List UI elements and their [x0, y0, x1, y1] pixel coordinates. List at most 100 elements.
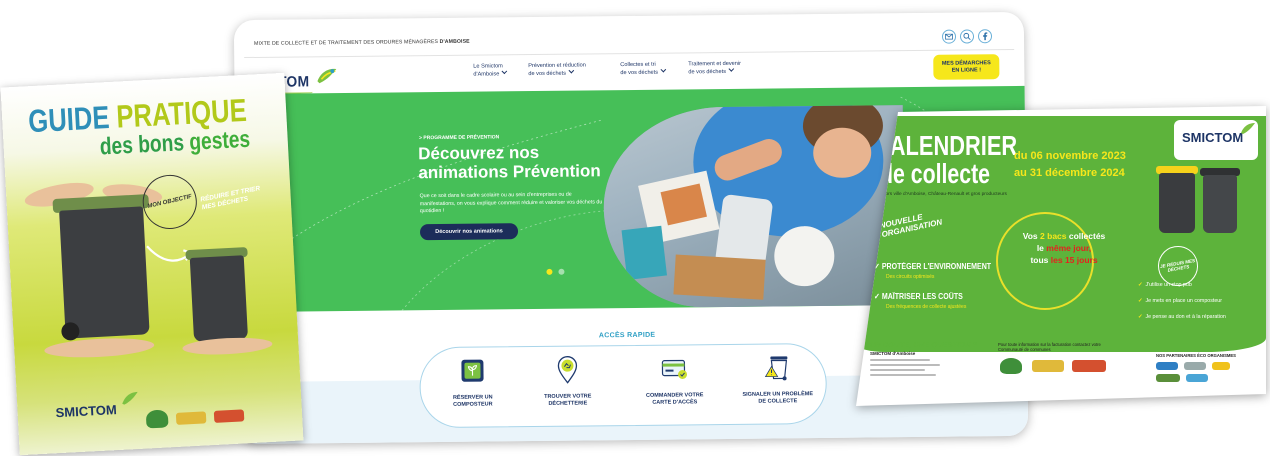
collection-frequency-text: Vos 2 bacs collectés le même jour, tous … [1004, 230, 1124, 266]
carousel-dot-active[interactable] [546, 268, 553, 275]
composter-icon [461, 359, 484, 382]
nav-le-smictom[interactable]: Le Smictom d'Amboise [473, 63, 508, 78]
discover-animations-button[interactable]: Découvrir nos animations [419, 223, 519, 241]
leaf-swoosh-icon [122, 391, 138, 405]
facebook-icon[interactable] [977, 29, 993, 44]
contact-name: SMICTOM d'Amboise [870, 351, 916, 356]
household-bin-illustration [1203, 175, 1237, 233]
question-heading: UN DOUTE, UNE QUESTION ? [870, 340, 978, 349]
location-pin-recycle-icon [557, 356, 578, 384]
partner-logo [1032, 360, 1064, 372]
quick-label-line: DE COLLECTE [758, 398, 798, 405]
partner-logo [1156, 374, 1180, 382]
quick-order-access-card[interactable]: COMMANDER VOTRE CARTE D'ACCÈS [624, 345, 725, 426]
online-procedures-button[interactable]: MES DÉMARCHES EN LIGNE ! [933, 54, 1000, 80]
bacs-text: le [1036, 243, 1044, 253]
nav-label: de vos déchets [688, 68, 727, 75]
access-card-icon [661, 359, 688, 379]
check-icon: ✓ [1138, 314, 1143, 320]
objective-text: RÉDUIRE ET TRIER MES DÉCHETS [199, 185, 261, 212]
contact-line [870, 364, 940, 366]
quick-find-dechetterie[interactable]: TROUVER VOTRE DÉCHETTERIE [517, 346, 618, 427]
goal-title: ✓ MAÎTRISER LES COÛTS [874, 292, 963, 301]
guide-brochure-cover: GUIDE PRATIQUE des bons gestes MON OBJEC… [0, 72, 304, 456]
quick-access-title: ACCÈS RAPIDE [598, 331, 656, 340]
small-bin-illustration [189, 255, 249, 342]
contact-line [870, 374, 936, 376]
partners-heading: NOS PARTENAIRES ÉCO ORGANISMES [1156, 353, 1236, 358]
quick-reserve-composter[interactable]: RÉSERVER UN COMPOSTEUR [422, 347, 523, 428]
org-name-text: MIXTE DE COLLECTE ET DE TRAITEMENT DES O… [254, 39, 439, 47]
calendar-scope: Hors ville d'Amboise, Château-Renault et… [882, 192, 1007, 197]
nav-traitement[interactable]: Traitement et devenir de vos déchets [688, 61, 741, 77]
goal-subtitle: Des fréquences de collecte ajustées [886, 304, 967, 310]
bin-warning-icon [764, 356, 788, 381]
tip-item: ✓ Je mets en place un composteur [1138, 298, 1222, 304]
hand-illustration [43, 336, 155, 360]
quick-access-panel: RÉSERVER UN COMPOSTEUR TROUVER VOTRE DÉC… [419, 342, 828, 429]
quick-label: SIGNALER UN PROBLÈME DE COLLECTE [728, 391, 828, 406]
photo-detail [673, 254, 766, 300]
contact-line [870, 369, 925, 371]
nav-collectes[interactable]: Collectes et tri de vos déchets [620, 62, 666, 77]
calendar-subtitle: de collecte [880, 158, 990, 189]
tip-text: Je mets en place un composteur [1145, 298, 1223, 304]
check-icon: ✓ [1138, 298, 1143, 304]
tip-item: ✓ J'utilise un stop pub [1138, 282, 1192, 288]
partner-logo [145, 409, 169, 429]
hero-text: Que ce soit dans le cadre scolaire ou au… [419, 191, 603, 215]
nav-label: d'Amboise [473, 70, 500, 78]
button-label: Découvrir nos animations [435, 228, 503, 236]
carousel-dot[interactable] [558, 268, 565, 275]
nav-label: de vos déchets [620, 69, 659, 76]
quick-label: COMMANDER VOTRE CARTE D'ACCÈS [625, 392, 725, 407]
leaf-swoosh-icon [317, 68, 336, 84]
date-to: au 31 décembre 2024 [1014, 167, 1125, 179]
search-icon[interactable] [959, 29, 975, 44]
bacs-highlight: 2 bacs [1040, 231, 1067, 241]
photo-detail [773, 225, 835, 287]
bacs-highlight: les 15 jours [1050, 255, 1098, 265]
partner-logo [1000, 358, 1022, 374]
collection-calendar-brochure: SMICTOM CALENDRIER de collecte du 06 nov… [856, 106, 1266, 406]
hero-title: Découvrez nos animations Prévention [418, 142, 601, 183]
large-bin-illustration [59, 206, 150, 339]
org-name: MIXTE DE COLLECTE ET DE TRAITEMENT DES O… [254, 39, 470, 47]
bacs-text: Vos [1022, 231, 1038, 241]
mail-icon[interactable] [941, 29, 957, 44]
quick-label-line: COMPOSTEUR [453, 401, 493, 408]
objective-badge: MON OBJECTIF [137, 169, 203, 235]
bacs-text: tous [1030, 255, 1049, 265]
photo-detail [621, 225, 668, 280]
leaf-swoosh-icon [1241, 123, 1255, 134]
guide-subtitle-a: des bons [99, 129, 185, 161]
partner-logo [1186, 374, 1208, 382]
nav-prevention[interactable]: Prévention et réduction de vos déchets [528, 62, 586, 78]
guide-subtitle-b: gestes [188, 125, 251, 156]
calendar-brochure-shadow: SMICTOM CALENDRIER de collecte du 06 nov… [856, 106, 1266, 406]
logo-text: SMICTOM [55, 402, 118, 421]
quick-label-line: DÉCHETTERIE [548, 400, 588, 407]
partner-logo [1212, 362, 1230, 370]
bacs-text: collectés [1068, 231, 1106, 241]
smictom-logo: SMICTOM [51, 389, 141, 428]
tip-text: Je pense au don et à la réparation [1145, 314, 1226, 320]
guide-subtitle: des bons gestes [99, 125, 251, 161]
quick-label: TROUVER VOTRE DÉCHETTERIE [518, 393, 618, 408]
badge-text: JE RÉDUIS MES DÉCHETS [1159, 257, 1196, 273]
guide-title-a: GUIDE [27, 99, 111, 140]
org-name-bold: D'AMBOISE [439, 38, 470, 45]
bacs-highlight: même jour, [1046, 243, 1092, 253]
quick-report-collection-problem[interactable]: SIGNALER UN PROBLÈME DE COLLECTE [727, 344, 828, 425]
partner-logo [175, 411, 207, 425]
tip-text: J'utilise un stop pub [1145, 282, 1192, 288]
recycling-bin-illustration [1159, 173, 1195, 233]
tip-item: ✓ Je pense au don et à la réparation [1138, 314, 1226, 320]
quick-label-line: CARTE D'ACCÈS [652, 399, 698, 406]
contact-line [870, 359, 930, 361]
partner-logo [1184, 362, 1206, 370]
logo-text: SMICTOM [1182, 130, 1244, 145]
hero-kicker: > PROGRAMME DE PRÉVENTION [419, 134, 500, 142]
cta-line: EN LIGNE ! [951, 66, 982, 74]
billing-info: Pour toute information sur la facturatio… [998, 342, 1101, 353]
